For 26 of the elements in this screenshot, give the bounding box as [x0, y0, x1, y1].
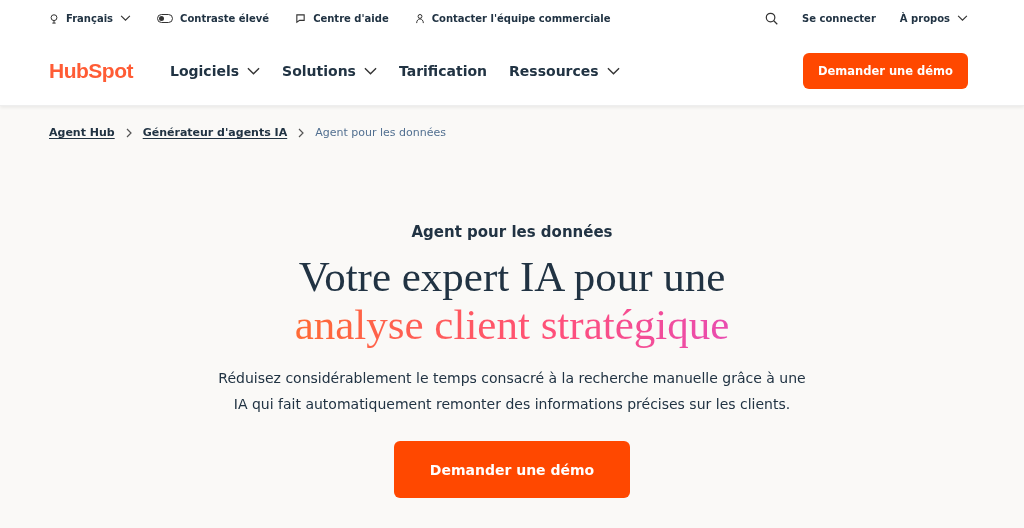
hero-title: Votre expert IA pour une	[298, 253, 726, 301]
chevron-icon	[957, 14, 968, 22]
contrast-toggle[interactable]: Contraste élevé	[157, 12, 270, 24]
nav-menu-item[interactable]: Logiciels	[170, 62, 261, 79]
breadcrumb-link[interactable]: Agent Hub	[49, 126, 115, 139]
chevron-right-icon	[125, 127, 132, 138]
about-menu[interactable]: À propos	[899, 12, 968, 24]
breadcrumb-link[interactable]: Générateur d'agents IA	[142, 126, 288, 139]
current-page-label: Agent pour les données	[315, 126, 446, 139]
login-link[interactable]: Se connecter	[802, 12, 876, 24]
chevron-right-icon	[298, 127, 305, 138]
chevron-icon	[247, 66, 261, 75]
person-icon	[414, 12, 425, 24]
search-icon[interactable]	[765, 11, 779, 25]
chat-icon	[295, 12, 307, 24]
hero-description: Réduisez considérablement le temps consacré à la recherche manuelle grâce à une IA qui fait automatiquement remonter des informations précises sur les clients.	[217, 369, 807, 414]
chevron-icon	[363, 66, 377, 75]
nav-menu-item[interactable]: Ressources	[509, 62, 620, 79]
chevron-icon	[606, 66, 620, 75]
eyebrow-text: Agent pour les données	[411, 223, 613, 241]
sales-link[interactable]: Contacter l'équipe commerciale	[414, 12, 611, 24]
language-selector[interactable]: Français	[49, 12, 132, 24]
chevron-icon	[120, 14, 132, 22]
help-link[interactable]: Centre d'aide	[295, 12, 389, 24]
nav-menu-item[interactable]: Tarification	[398, 62, 488, 79]
nav-menu-item[interactable]: Solutions	[282, 62, 377, 79]
